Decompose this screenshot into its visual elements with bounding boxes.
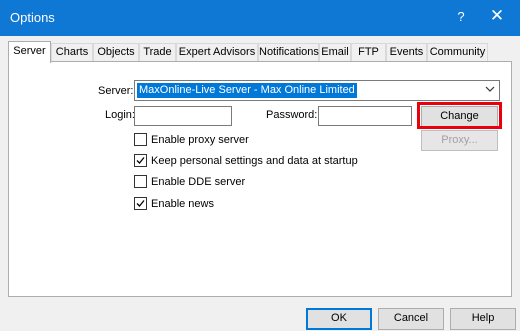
title-bar: Options ? ✕ bbox=[0, 0, 520, 36]
keep-settings-checkbox[interactable]: Keep personal settings and data at start… bbox=[134, 154, 358, 167]
server-select[interactable]: MaxOnline-Live Server - Max Online Limit… bbox=[134, 80, 500, 101]
tab-trade[interactable]: Trade bbox=[139, 43, 176, 62]
tab-expert-advisors[interactable]: Expert Advisors bbox=[176, 43, 258, 62]
window-title: Options bbox=[10, 10, 55, 25]
close-icon[interactable]: ✕ bbox=[488, 6, 506, 26]
enable-dde-checkbox[interactable]: Enable DDE server bbox=[134, 175, 245, 188]
tab-community[interactable]: Community bbox=[427, 43, 488, 62]
chevron-down-icon bbox=[485, 84, 495, 97]
login-input[interactable] bbox=[134, 106, 232, 126]
checkmark-icon bbox=[134, 197, 147, 210]
checkbox-label: Enable news bbox=[151, 197, 214, 210]
tab-objects[interactable]: Objects bbox=[93, 43, 139, 62]
tab-charts[interactable]: Charts bbox=[51, 43, 93, 62]
change-button[interactable]: Change bbox=[421, 106, 498, 127]
password-input[interactable] bbox=[318, 106, 412, 126]
tab-events[interactable]: Events bbox=[386, 43, 427, 62]
password-label: Password: bbox=[266, 109, 318, 121]
checkbox-label: Keep personal settings and data at start… bbox=[151, 154, 358, 167]
tab-notifications[interactable]: Notifications bbox=[258, 43, 319, 62]
checkbox-box bbox=[134, 175, 147, 188]
cancel-button[interactable]: Cancel bbox=[378, 308, 444, 330]
tab-ftp[interactable]: FTP bbox=[351, 43, 386, 62]
checkbox-label: Enable DDE server bbox=[151, 175, 246, 188]
tab-email[interactable]: Email bbox=[319, 43, 351, 62]
tab-server[interactable]: Server bbox=[8, 41, 51, 63]
enable-proxy-checkbox[interactable]: Enable proxy server bbox=[134, 133, 249, 146]
help-button[interactable]: Help bbox=[450, 308, 516, 330]
checkmark-icon bbox=[134, 154, 147, 167]
ok-button[interactable]: OK bbox=[306, 308, 372, 330]
checkbox-box bbox=[134, 133, 147, 146]
enable-news-checkbox[interactable]: Enable news bbox=[134, 197, 214, 210]
help-icon[interactable]: ? bbox=[454, 9, 468, 24]
proxy-button[interactable]: Proxy... bbox=[421, 130, 498, 151]
login-label: Login: bbox=[105, 109, 135, 121]
checkbox-label: Enable proxy server bbox=[151, 133, 249, 146]
server-select-value: MaxOnline-Live Server - Max Online Limit… bbox=[137, 83, 357, 98]
tab-strip: Server Charts Objects Trade Expert Advis… bbox=[8, 41, 514, 63]
server-label: Server: bbox=[98, 85, 134, 97]
